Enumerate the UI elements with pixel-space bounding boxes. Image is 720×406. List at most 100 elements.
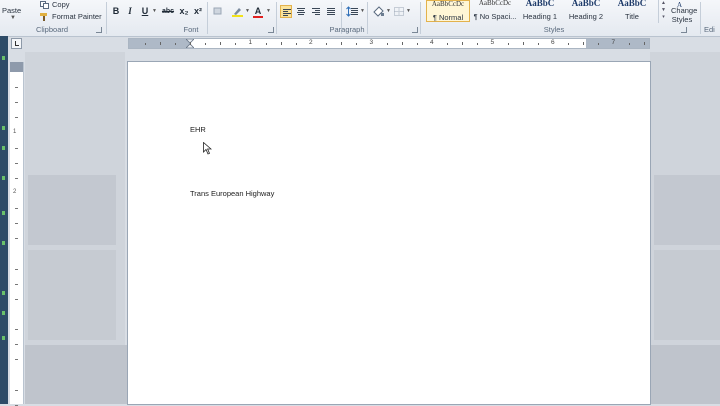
ruler-tick — [15, 389, 18, 391]
vertical-ruler[interactable]: 12 — [10, 62, 24, 406]
style-normal[interactable]: AaBbCcDc ¶ Normal — [426, 0, 470, 22]
ruler-tick — [15, 268, 18, 270]
document-page[interactable]: EHR Trans European Highway — [128, 62, 650, 404]
ruler-tick — [265, 43, 267, 45]
line-spacing-icon[interactable] — [346, 5, 360, 18]
font-launcher-icon[interactable] — [268, 27, 274, 33]
style-title[interactable]: AaBbC Title — [610, 0, 654, 22]
ruler-tick — [15, 344, 18, 346]
ruler-tick — [537, 43, 539, 45]
font-color-icon[interactable]: A — [252, 5, 264, 18]
ruler-tick — [401, 42, 403, 45]
align-right-button[interactable] — [310, 5, 322, 18]
underline-button[interactable]: U — [139, 5, 151, 18]
document-line-2[interactable]: Trans European Highway — [190, 189, 274, 198]
ruler-tick — [220, 42, 222, 45]
ruler-tick — [174, 43, 176, 45]
ruler-tick — [15, 87, 18, 89]
chevron-down-icon[interactable]: ▼ — [266, 8, 271, 14]
ruler-tick — [326, 43, 328, 45]
ruler-tick — [15, 102, 18, 104]
top-margin-area — [10, 62, 23, 72]
ruler-tick — [15, 359, 18, 361]
ruler-tick — [507, 43, 509, 45]
ruler-tick — [15, 162, 18, 164]
ruler-tick — [159, 42, 161, 45]
style-preview: AaBbC — [571, 0, 601, 8]
ruler-number: 2 — [13, 189, 17, 195]
chevron-down-icon[interactable]: ▼ — [406, 8, 411, 14]
paragraph-launcher-icon[interactable] — [412, 27, 418, 33]
paragraph-group-label: Paragraph — [329, 25, 365, 34]
ruler-number: 1 — [13, 128, 17, 135]
copy-button[interactable]: Copy — [40, 0, 70, 10]
font-group-label: Font — [183, 25, 199, 34]
chevron-down-icon[interactable]: ▼ — [360, 8, 365, 14]
copy-label: Copy — [52, 0, 70, 9]
clipboard-launcher-icon[interactable] — [96, 27, 102, 33]
style-name: Title — [625, 12, 639, 21]
chevron-down-icon: ▼ — [10, 15, 16, 21]
divider — [700, 2, 701, 34]
style-name: ¶ No Spaci... — [473, 12, 517, 21]
mouse-cursor-icon — [203, 141, 213, 157]
styles-group-label: Styles — [543, 25, 565, 34]
style-preview: AaBbCcDc — [478, 0, 512, 7]
chevron-down-icon[interactable]: ▼ — [386, 8, 391, 14]
horizontal-ruler[interactable]: 1 2 3 4 5 6 7 — [128, 38, 650, 49]
ruler-number: 2 — [309, 39, 313, 46]
format-painter-label: Format Painter — [52, 12, 102, 21]
paste-button[interactable]: Paste ▼ — [0, 0, 28, 22]
chevron-down-icon[interactable]: ▼ — [245, 8, 250, 14]
ruler-tick — [15, 117, 18, 119]
ruler-tick — [583, 42, 585, 45]
ruler-tick — [416, 43, 418, 45]
change-styles-button[interactable]: A Change Styles — [667, 0, 697, 24]
style-name: ¶ Normal — [432, 13, 464, 22]
ruler-tick — [462, 42, 464, 45]
style-name: Heading 2 — [568, 12, 604, 21]
ribbon: Paste ▼ Copy Format Painter Clipboard B … — [0, 0, 720, 37]
ruler-tick — [205, 43, 207, 45]
italic-button[interactable]: I — [124, 5, 136, 18]
ruler-tick — [15, 283, 18, 285]
ruler-tick — [477, 43, 479, 45]
document-line-1[interactable]: EHR — [190, 125, 206, 134]
ruler-number: 5 — [490, 39, 495, 46]
styles-launcher-icon[interactable] — [681, 27, 687, 33]
text-highlight-icon[interactable] — [231, 5, 245, 18]
format-painter-icon — [40, 13, 49, 22]
align-left-button[interactable] — [280, 5, 292, 18]
clear-formatting-icon[interactable] — [212, 5, 224, 18]
style-heading-2[interactable]: AaBbC Heading 2 — [564, 0, 608, 22]
style-heading-1[interactable]: AaBbC Heading 1 — [519, 0, 561, 22]
shading-icon[interactable] — [372, 5, 386, 18]
style-preview: AaBbC — [525, 0, 555, 8]
left-taskbar — [0, 36, 8, 404]
align-center-button[interactable] — [295, 5, 307, 18]
ruler-tick — [598, 43, 600, 45]
strikethrough-button[interactable]: abc — [160, 5, 176, 18]
style-no-spacing[interactable]: AaBbCcDc ¶ No Spaci... — [472, 0, 518, 22]
bold-button[interactable]: B — [110, 5, 122, 18]
subscript-button[interactable]: x₂ — [178, 5, 190, 18]
editing-group-label: Edi — [704, 25, 715, 34]
superscript-button[interactable]: x² — [192, 5, 204, 18]
ruler-tick — [15, 147, 18, 149]
chevron-down-icon[interactable]: ▼ — [152, 8, 157, 14]
ruler-tick — [522, 42, 524, 45]
format-painter-button[interactable]: Format Painter — [40, 12, 102, 22]
justify-button[interactable] — [325, 5, 337, 18]
ruler-number: 4 — [430, 39, 434, 46]
style-name: Heading 1 — [522, 12, 558, 21]
ruler-tick — [15, 208, 18, 210]
ruler-tick — [15, 329, 18, 331]
style-preview: AaBbCcDc — [431, 1, 465, 8]
ruler-tick — [15, 238, 18, 240]
borders-icon[interactable] — [393, 5, 405, 18]
style-preview: AaBbC — [617, 0, 647, 8]
ruler-number: 1 — [248, 39, 253, 46]
ruler-tick — [295, 43, 297, 45]
ruler-tick — [341, 42, 343, 45]
tab-selector-button[interactable] — [11, 38, 22, 49]
